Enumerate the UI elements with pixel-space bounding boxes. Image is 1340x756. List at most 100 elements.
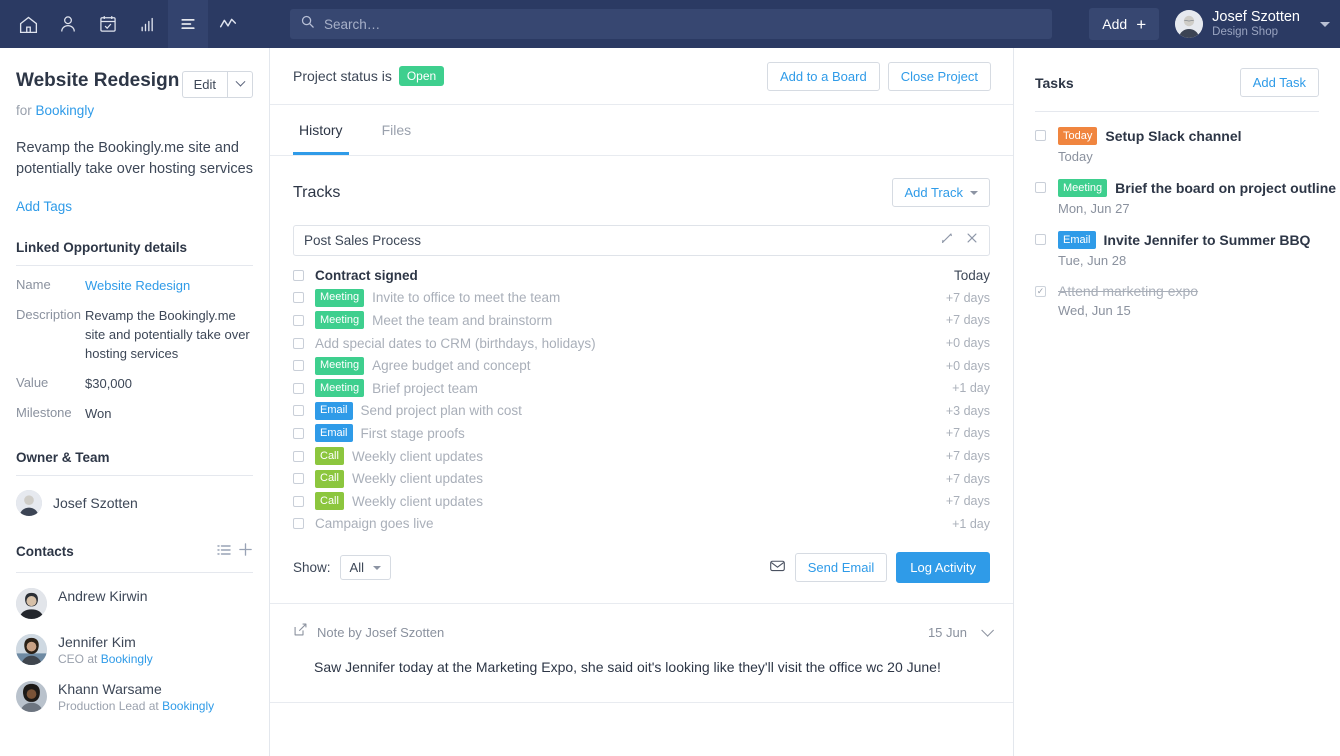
list-item[interactable]: Khann Warsame Production Lead at Booking… <box>16 680 253 713</box>
task-title: Invite Jennifer to Summer BBQ <box>1103 232 1311 248</box>
list-view-icon[interactable] <box>217 543 231 561</box>
nav-calendar-button[interactable] <box>88 0 128 48</box>
add-tags-link[interactable]: Add Tags <box>16 199 253 214</box>
track-item[interactable]: Meeting Agree budget and concept +0 days <box>293 354 990 377</box>
chevron-down-icon[interactable] <box>1320 21 1330 27</box>
user-menu[interactable]: Josef Szotten Design Shop <box>1175 9 1300 39</box>
track-item[interactable]: Meeting Brief project team +1 day <box>293 377 990 400</box>
user-meta: Josef Szotten Design Shop <box>1212 9 1300 39</box>
show-filter-select[interactable]: All <box>339 555 391 581</box>
nav-contacts-button[interactable] <box>48 0 88 48</box>
track-item-checkbox[interactable] <box>293 314 304 326</box>
note-header: Note by Josef Szotten 15 Jun <box>293 622 994 642</box>
task-item[interactable]: Meeting Brief the board on project outlin… <box>1035 179 1336 216</box>
contact-company-link[interactable]: Bookingly <box>101 652 153 666</box>
track-item[interactable]: Meeting Invite to office to meet the team… <box>293 287 990 310</box>
task-title-line: Today Setup Slack channel <box>1058 127 1319 145</box>
add-contact-icon[interactable] <box>238 542 253 562</box>
track-item[interactable]: Call Weekly client updates +7 days <box>293 490 990 513</box>
list-item[interactable]: Andrew Kirwin <box>16 587 253 619</box>
track-item[interactable]: Add special dates to CRM (birthdays, hol… <box>293 332 990 355</box>
task-checkbox[interactable] <box>1035 130 1046 141</box>
track-item-label: Contract signed <box>315 267 418 283</box>
chevron-down-icon[interactable] <box>981 623 994 637</box>
track-item-due: +3 days <box>945 403 990 418</box>
activity-actions: Send Email Log Activity <box>769 552 990 584</box>
nav-activity-button[interactable] <box>208 0 248 48</box>
add-track-button[interactable]: Add Track <box>892 178 990 207</box>
track-item-label: Weekly client updates <box>351 471 484 487</box>
track-item-label: Agree budget and concept <box>372 358 531 374</box>
track-item-checkbox[interactable] <box>293 292 304 304</box>
log-activity-button[interactable]: Log Activity <box>896 552 990 584</box>
close-project-button[interactable]: Close Project <box>887 61 991 91</box>
task-main: Attend marketing expo Wed, Jun 15 <box>1058 283 1319 318</box>
track-item-checkbox[interactable] <box>293 518 304 530</box>
chevron-down-icon <box>970 190 978 195</box>
track-item-checkbox[interactable] <box>293 405 304 417</box>
nav-home-button[interactable] <box>8 0 48 48</box>
track-item-checkbox[interactable] <box>293 473 304 485</box>
task-item[interactable]: Email Invite Jennifer to Summer BBQ Tue, J… <box>1035 231 1319 268</box>
search-input[interactable]: Search… <box>290 9 1052 39</box>
tab-history[interactable]: History <box>293 105 349 155</box>
track-item-checkbox[interactable] <box>293 427 304 439</box>
contact-info: Jennifer Kim CEO at Bookingly <box>58 634 153 666</box>
add-to-board-button[interactable]: Add to a Board <box>766 61 880 91</box>
linked-opportunity-heading: Linked Opportunity details <box>16 240 188 256</box>
field-key: Description <box>16 307 82 323</box>
contact-info: Andrew Kirwin <box>58 588 147 604</box>
search-icon <box>300 14 315 34</box>
task-type-badge: Today <box>1058 127 1098 145</box>
edit-button[interactable]: Edit <box>181 71 227 98</box>
track-item-type-badge: Meeting <box>315 311 365 330</box>
task-checkbox[interactable] <box>1035 234 1046 245</box>
task-checkbox[interactable]: ✓ <box>1035 286 1046 297</box>
owner-row[interactable]: Josef Szotten <box>16 489 253 516</box>
track-item[interactable]: Call Weekly client updates +7 days <box>293 445 990 468</box>
track-item-checkbox[interactable] <box>293 382 304 394</box>
home-icon <box>18 14 39 35</box>
add-button[interactable]: Add + <box>1089 8 1160 40</box>
task-title-line: Email Invite Jennifer to Summer BBQ <box>1058 231 1319 249</box>
track-item-checkbox[interactable] <box>293 450 304 462</box>
track-item-checkbox[interactable] <box>293 269 304 281</box>
edit-dropdown-button[interactable] <box>227 71 253 98</box>
track-item[interactable]: Call Weekly client updates +7 days <box>293 467 990 490</box>
task-date: Mon, Jun 27 <box>1058 201 1130 216</box>
track-item[interactable]: Meeting Meet the team and brainstorm +7 da… <box>293 309 990 332</box>
track-name-field[interactable]: Post Sales Process <box>293 225 990 256</box>
track-item[interactable]: Email First stage proofs +7 days <box>293 422 990 445</box>
task-date: Tue, Jun 28 <box>1058 253 1127 268</box>
track-item[interactable]: Email Send project plan with cost +3 days <box>293 400 990 423</box>
track-item[interactable]: Campaign goes live +1 day <box>293 513 990 536</box>
contact-company-link[interactable]: Bookingly <box>162 699 214 713</box>
track-item-checkbox[interactable] <box>293 337 304 349</box>
show-filter-row: Show: All Send Email Log Activity <box>270 535 1013 603</box>
track-item-checkbox[interactable] <box>293 495 304 507</box>
task-checkbox[interactable] <box>1035 182 1046 193</box>
opportunity-name-link[interactable]: Website Redesign <box>85 278 190 293</box>
send-email-button[interactable]: Send Email <box>794 553 888 583</box>
company-link[interactable]: Bookingly <box>36 103 95 118</box>
task-item[interactable]: Today Setup Slack channel Today <box>1035 127 1319 164</box>
task-item[interactable]: ✓ Attend marketing expo Wed, Jun 15 <box>1035 283 1319 318</box>
add-track-label: Add Track <box>904 185 963 200</box>
nav-reports-button[interactable] <box>128 0 168 48</box>
divider <box>16 571 253 573</box>
add-task-button[interactable]: Add Task <box>1239 68 1319 97</box>
track-item[interactable]: Contract signed Today <box>293 264 990 287</box>
track-item-label: Add special dates to CRM (birthdays, hol… <box>315 335 596 351</box>
pencil-edit-icon[interactable] <box>940 231 954 250</box>
track-field-actions <box>940 231 979 250</box>
list-item[interactable]: Jennifer Kim CEO at Bookingly <box>16 633 253 666</box>
envelope-icon[interactable] <box>769 557 786 579</box>
tab-files[interactable]: Files <box>376 105 418 155</box>
contacts-heading: Contacts <box>16 544 74 560</box>
track-item-checkbox[interactable] <box>293 360 304 372</box>
nav-projects-button[interactable] <box>168 0 208 48</box>
task-type-badge: Email <box>1058 231 1096 249</box>
track-item-due: +1 day <box>952 381 990 396</box>
avatar <box>16 633 47 665</box>
close-icon[interactable] <box>965 231 979 250</box>
